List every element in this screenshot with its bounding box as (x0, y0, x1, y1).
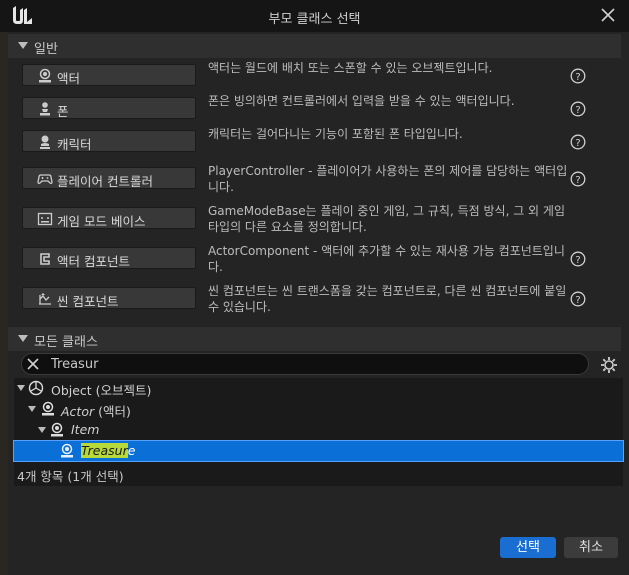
clear-search-icon[interactable] (26, 357, 40, 371)
scene-component-icon (39, 293, 51, 305)
expand-arrow-icon[interactable] (28, 406, 36, 412)
tree-row-label: Actor (61, 404, 95, 419)
common-class-row-actor-component: 액터 컴포넌트 ActorComponent - 액터에 추가할 수 있는 재사… (14, 241, 621, 275)
select-button[interactable]: 선택 (500, 537, 556, 558)
tree-row-actor[interactable]: Actor (액터) (14, 399, 623, 419)
tree-row-object[interactable]: Object (오브젝트) (14, 378, 623, 398)
svg-text:?: ? (575, 105, 580, 116)
pawn-description: 폰은 빙의하면 컨트롤러에서 입력을 받을 수 있는 액터입니다. (208, 94, 515, 108)
svg-text:?: ? (575, 295, 580, 306)
tree-row-label: Object (오브젝트) (51, 383, 152, 398)
player-controller-description: PlayerController - 플레이어가 사용하는 폰의 제어를 담당하… (208, 164, 568, 194)
actor-button[interactable]: 액터 (22, 64, 196, 86)
class-search-box[interactable] (21, 353, 589, 375)
help-icon[interactable]: ? (570, 68, 586, 84)
game-mode-base-description: GameModeBase는 플레이 중인 게임, 그 규칙, 득점 방식, 그 … (208, 204, 565, 234)
component-icon (40, 253, 50, 265)
actor-component-button[interactable]: 액터 컴포넌트 (22, 247, 196, 269)
scene-component-button[interactable]: 씬 컴포넌트 (22, 287, 196, 309)
actor-component-description: ActorComponent - 액터에 추가할 수 있는 재사용 가능 컴포넌… (208, 244, 565, 274)
all-classes-section-label: 모든 클래스 (34, 335, 98, 350)
common-class-row-game-mode-base: 게임 모드 베이스 GameModeBase는 플레이 중인 게임, 그 규칙,… (14, 201, 621, 235)
pawn-button[interactable]: 폰 (22, 97, 196, 119)
help-icon[interactable]: ? (570, 291, 586, 307)
common-class-row-scene-component: 씬 컴포넌트 씬 컴포넌트는 씬 트랜스폼을 갖는 컴포넌트로, 다른 씬 컴포… (14, 281, 621, 315)
tree-row-label-extra: (액터) (94, 404, 131, 419)
game-mode-base-button-label: 게임 모드 베이스 (57, 214, 146, 229)
tree-row-item[interactable]: Item (14, 420, 623, 440)
help-icon[interactable]: ? (570, 251, 586, 267)
help-icon[interactable]: ? (570, 101, 586, 117)
svg-text:?: ? (575, 255, 580, 266)
tree-row-label: Item (71, 422, 100, 437)
common-class-row-player-controller: 플레이어 컨트롤러 PlayerController - 플레이어가 사용하는 … (14, 161, 621, 195)
collapse-arrow-icon (18, 335, 28, 342)
svg-text:?: ? (575, 175, 580, 186)
player-controller-button[interactable]: 플레이어 컨트롤러 (22, 167, 196, 189)
svg-text:?: ? (575, 138, 580, 149)
character-button-label: 캐릭터 (57, 137, 92, 152)
all-classes-section-header[interactable]: 모든 클래스 (8, 327, 621, 351)
expand-arrow-icon[interactable] (38, 427, 46, 433)
gear-icon[interactable] (600, 356, 618, 374)
object-icon (28, 380, 44, 396)
common-class-row-pawn: 폰 폰은 빙의하면 컨트롤러에서 입력을 받을 수 있는 액터입니다. ? (14, 91, 621, 125)
pawn-button-label: 폰 (57, 104, 69, 119)
actor-component-button-label: 액터 컴포넌트 (57, 254, 130, 269)
scene-component-button-label: 씬 컴포넌트 (57, 294, 119, 309)
gamepad-icon (37, 174, 53, 184)
character-description: 캐릭터는 걸어다니는 기능이 포함된 폰 타입입니다. (208, 127, 463, 141)
game-mode-icon (37, 212, 53, 226)
game-mode-base-button[interactable]: 게임 모드 베이스 (22, 207, 196, 229)
actor-icon (39, 68, 51, 83)
background-strip (0, 32, 8, 575)
common-class-row-character: 캐릭터 캐릭터는 걸어다니는 기능이 포함된 폰 타입입니다. ? (14, 124, 621, 158)
dialog-title: 부모 클래스 선택 (268, 12, 361, 27)
actor-icon (61, 443, 73, 458)
item-count-status: 4개 항목 (1개 선택) (17, 469, 124, 484)
tree-row-treasure[interactable]: Treasure (13, 440, 624, 462)
common-class-row-actor: 액터 액터는 월드에 배치 또는 스폰할 수 있는 오브젝트입니다. ? (14, 58, 621, 92)
pawn-icon (40, 102, 50, 116)
character-icon (40, 135, 50, 149)
common-section-label: 일반 (34, 42, 58, 57)
close-icon[interactable] (599, 6, 617, 24)
search-match-highlight: Treasur (81, 443, 128, 458)
search-input[interactable] (51, 356, 571, 372)
title-bar: 부모 클래스 선택 (0, 0, 629, 32)
character-button[interactable]: 캐릭터 (22, 130, 196, 152)
actor-button-label: 액터 (57, 71, 81, 86)
help-icon[interactable]: ? (570, 171, 586, 187)
actor-description: 액터는 월드에 배치 또는 스폰할 수 있는 오브젝트입니다. (208, 61, 493, 75)
tree-row-label-rest: e (127, 443, 136, 458)
actor-icon (42, 401, 54, 416)
help-icon[interactable]: ? (570, 134, 586, 150)
actor-icon (51, 422, 63, 437)
player-controller-button-label: 플레이어 컨트롤러 (57, 174, 153, 189)
collapse-arrow-icon (18, 42, 28, 49)
expand-arrow-icon[interactable] (17, 385, 25, 391)
scene-component-description: 씬 컴포넌트는 씬 트랜스폼을 갖는 컴포넌트로, 다른 씬 컴포넌트에 붙일 … (208, 284, 567, 314)
svg-text:?: ? (575, 72, 580, 83)
cancel-button[interactable]: 취소 (564, 537, 618, 558)
pick-parent-class-dialog: 부모 클래스 선택 일반 액터 액터는 월드에 배치 또는 스폰할 수 있는 오… (0, 0, 629, 575)
common-section-header[interactable]: 일반 (8, 34, 621, 58)
